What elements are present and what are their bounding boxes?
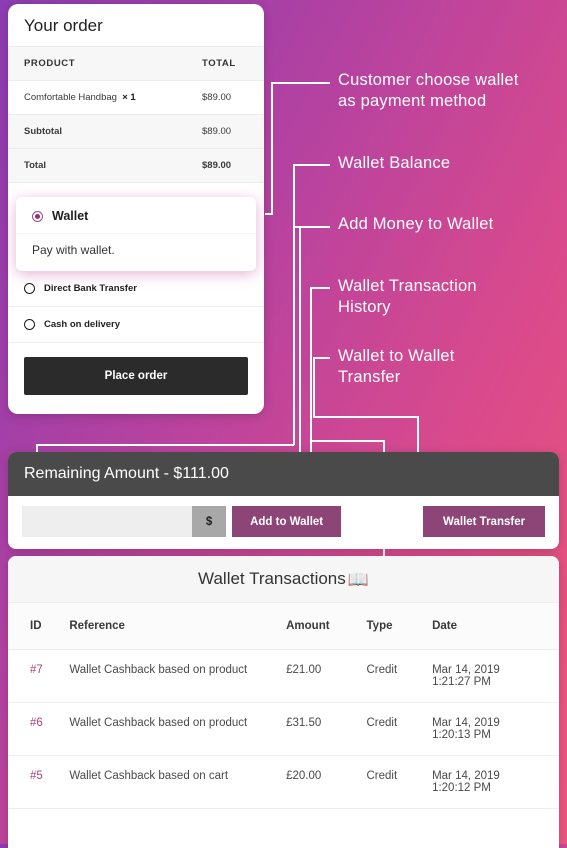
transaction-date: Mar 14, 2019 1:20:12 PM (432, 755, 559, 809)
subtotal-value: $89.00 (186, 114, 264, 149)
transaction-reference: Wallet Cashback based on product (69, 649, 287, 703)
total-label: Total (8, 148, 186, 183)
checkout-order-card: Your order PRODUCT TOTAL Comfortable Han… (8, 4, 264, 414)
transaction-date: Mar 14, 2019 1:21:27 PM (432, 649, 559, 703)
order-item-qty: × 1 (122, 92, 136, 103)
connector-line-4-elbow (310, 440, 384, 442)
connector-line-1-vertical (271, 82, 273, 215)
annotation-1: Customer choose wallet as payment method (338, 71, 519, 111)
transaction-reference: Wallet Cashback based on product (69, 702, 287, 756)
connector-line-5-top (313, 357, 330, 359)
transaction-date-day: Mar 14, 2019 (432, 770, 500, 782)
column-header-type: Type (366, 603, 433, 650)
wallet-transactions-card: Wallet Transactions 📖 ID Reference Amount… (8, 556, 559, 848)
radio-selected-icon[interactable] (32, 210, 43, 222)
connector-line-2-vertical (293, 164, 295, 445)
transaction-type: Credit (366, 755, 433, 809)
table-row-subtotal: Subtotal $89.00 (8, 114, 264, 149)
page-title: Your order (24, 16, 103, 35)
transaction-type: Credit (366, 649, 433, 703)
radio-unselected-icon[interactable] (24, 319, 35, 330)
payment-method-cod[interactable]: Cash on delivery (8, 307, 264, 343)
transaction-reference: Wallet Cashback based on cart (69, 755, 287, 809)
wallet-actions-row: $ Add to Wallet Wallet Transfer (8, 496, 559, 549)
book-icon: 📖 (347, 570, 369, 589)
transaction-date-day: Mar 14, 2019 (432, 717, 500, 729)
total-value: $89.00 (186, 148, 264, 183)
place-order-button[interactable]: Place order (24, 357, 248, 395)
column-header-reference: Reference (69, 603, 287, 650)
order-summary-table: PRODUCT TOTAL Comfortable Handbag × 1 $8… (8, 46, 264, 183)
connector-line-4-top (310, 287, 330, 289)
column-header-amount: Amount (286, 603, 367, 650)
radio-unselected-icon[interactable] (24, 283, 35, 294)
subtotal-label: Subtotal (8, 114, 186, 149)
table-row: #6 Wallet Cashback based on product £31.… (8, 702, 559, 756)
add-money-amount-input[interactable] (22, 506, 192, 537)
wallet-transactions-title-text: Wallet Transactions (198, 569, 346, 588)
payment-methods-list: Wallet Pay with wallet. Direct Bank Tran… (8, 197, 264, 395)
connector-line-1-top (271, 82, 330, 84)
table-row: #7 Wallet Cashback based on product £21.… (8, 649, 559, 703)
transaction-date-time: 1:20:12 PM (432, 782, 491, 794)
column-header-total: TOTAL (186, 46, 264, 81)
transaction-amount: £21.00 (286, 649, 367, 703)
order-item-name: Comfortable Handbag × 1 (8, 80, 186, 115)
wallet-balance-panel: Remaining Amount - $111.00 $ Add to Wall… (8, 452, 559, 549)
payment-method-wallet[interactable]: Wallet Pay with wallet. (16, 197, 256, 271)
add-to-wallet-button[interactable]: Add to Wallet (232, 506, 342, 537)
table-row: Comfortable Handbag × 1 $89.00 (8, 80, 264, 115)
payment-method-cod-label: Cash on delivery (44, 319, 121, 330)
wallet-transfer-button[interactable]: Wallet Transfer (423, 506, 545, 537)
payment-method-wallet-row[interactable]: Wallet (16, 207, 256, 233)
transaction-date: Mar 14, 2019 1:20:13 PM (432, 702, 559, 756)
transaction-type: Credit (366, 702, 433, 756)
transaction-id[interactable]: #7 (8, 649, 70, 703)
transaction-date-day: Mar 14, 2019 (432, 664, 500, 676)
payment-method-bank-transfer-label: Direct Bank Transfer (44, 283, 137, 294)
connector-line-2-bottom (36, 444, 294, 446)
annotation-4: Wallet Transaction History (338, 277, 477, 317)
connector-line-1-bottom (265, 213, 273, 215)
transaction-amount: £31.50 (286, 702, 367, 756)
transaction-id[interactable]: #6 (8, 702, 70, 756)
transaction-id[interactable]: #5 (8, 755, 70, 809)
table-row: #5 Wallet Cashback based on cart £20.00 … (8, 755, 559, 809)
table-header-row: PRODUCT TOTAL (8, 46, 264, 81)
transaction-date-time: 1:20:13 PM (432, 729, 491, 741)
wallet-transactions-table: ID Reference Amount Type Date #7 Wallet … (8, 603, 559, 809)
annotation-3: Add Money to Wallet (338, 215, 494, 233)
annotation-5: Wallet to Wallet Transfer (338, 347, 455, 387)
wallet-remaining-amount: Remaining Amount - $111.00 (8, 452, 559, 496)
transaction-amount: £20.00 (286, 755, 367, 809)
payment-method-wallet-description: Pay with wallet. (16, 233, 256, 271)
transaction-date-time: 1:21:27 PM (432, 676, 491, 688)
column-header-id: ID (8, 603, 70, 650)
table-header-row: ID Reference Amount Type Date (8, 603, 559, 650)
connector-line-3-elbow (293, 226, 301, 228)
payment-method-wallet-label: Wallet (52, 209, 89, 223)
column-header-date: Date (432, 603, 559, 650)
order-item-amount: $89.00 (186, 80, 264, 115)
wallet-transactions-title: Wallet Transactions 📖 (8, 556, 559, 603)
connector-line-5-v1 (313, 357, 315, 417)
table-row-total: Total $89.00 (8, 148, 264, 183)
currency-symbol-addon: $ (192, 506, 227, 537)
annotation-2: Wallet Balance (338, 154, 451, 172)
column-header-product: PRODUCT (8, 46, 186, 81)
payment-method-bank-transfer[interactable]: Direct Bank Transfer (8, 271, 264, 307)
connector-line-5-elbow (313, 416, 418, 418)
connector-line-2-top (293, 164, 330, 166)
